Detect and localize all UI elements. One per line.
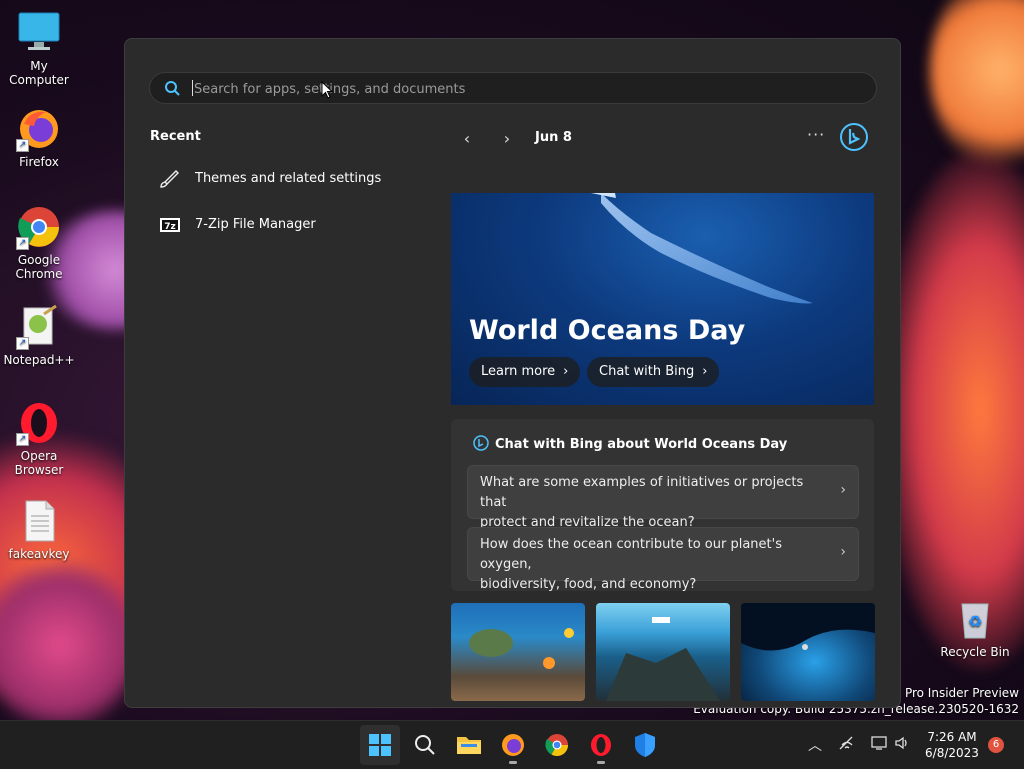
wallpaper-shape <box>930 0 1024 170</box>
monitor-icon <box>16 10 62 56</box>
bing-small-icon <box>473 435 489 451</box>
running-indicator <box>597 761 605 764</box>
desktop-icon-google-chrome[interactable]: ↗ Google Chrome <box>2 204 76 281</box>
recent-item-themes[interactable]: Themes and related settings <box>155 161 395 197</box>
clock-date: 6/8/2023 <box>925 746 979 760</box>
boat-image <box>606 617 720 701</box>
learn-more-label: Learn more <box>481 364 556 379</box>
taskbar-opera-button[interactable] <box>581 725 621 765</box>
thumbnail-underwater-cave[interactable] <box>741 603 875 701</box>
windows-security-button[interactable] <box>625 725 665 765</box>
chat-card-title: Chat with Bing about World Oceans Day <box>495 437 788 452</box>
start-menu: Recent Themes and related settings 7z 7-… <box>124 38 901 708</box>
learn-more-button[interactable]: Learn more › <box>469 357 581 387</box>
svg-text:7z: 7z <box>164 222 176 232</box>
clock[interactable]: 7:26 AM 6/8/2023 <box>918 729 986 761</box>
bing-icon[interactable] <box>839 122 869 152</box>
opera-icon <box>591 734 611 756</box>
notification-badge[interactable]: 6 <box>988 737 1004 753</box>
shield-icon <box>635 733 655 757</box>
shortcut-arrow-icon: ↗ <box>16 337 29 350</box>
notepad-plus-plus-icon: ↗ <box>16 304 62 350</box>
shortcut-arrow-icon: ↗ <box>16 237 29 250</box>
search-icon <box>415 735 435 755</box>
brush-icon <box>159 169 181 189</box>
recent-item-7zip[interactable]: 7z 7-Zip File Manager <box>155 207 395 243</box>
chrome-icon: ↗ <box>16 204 62 250</box>
show-hidden-icons-chevron-icon[interactable]: ︿ <box>808 735 822 755</box>
shortcut-arrow-icon: ↗ <box>16 139 29 152</box>
windows-logo-icon <box>369 734 391 756</box>
chevron-right-icon: › <box>840 544 846 560</box>
diver-image <box>741 603 875 651</box>
desktop-icon-label: Opera Browser <box>14 449 64 477</box>
previous-arrow-button[interactable]: ‹ <box>457 129 477 149</box>
text-file-icon <box>16 498 62 544</box>
thumbnail-reef-turtle[interactable] <box>451 603 585 701</box>
display-icon[interactable] <box>870 735 888 755</box>
chevron-right-icon: › <box>840 482 846 498</box>
chat-question-line: What are some examples of initiatives or… <box>480 475 804 510</box>
network-disconnected-icon[interactable] <box>838 735 856 755</box>
thumbnail-boat-cliffs[interactable] <box>596 603 730 701</box>
taskbar-chrome-button[interactable] <box>537 725 577 765</box>
bing-chat-card: Chat with Bing about World Oceans Day Wh… <box>451 419 874 592</box>
volume-icon[interactable] <box>894 735 912 755</box>
chat-question-2[interactable]: How does the ocean contribute to our pla… <box>467 527 859 592</box>
turtle-image <box>469 628 574 669</box>
running-indicator <box>509 761 517 764</box>
taskbar-firefox-button[interactable] <box>493 725 533 765</box>
search-icon <box>164 80 180 96</box>
desktop-icon-firefox[interactable]: ↗ Firefox <box>2 106 76 169</box>
7zip-icon: 7z <box>159 215 181 235</box>
chevron-right-icon: › <box>563 364 569 379</box>
chat-question-line: How does the ocean contribute to our pla… <box>480 537 782 572</box>
chat-card-header: Chat with Bing about World Oceans Day <box>473 435 787 452</box>
desktop-icon-fakeavkey[interactable]: fakeavkey <box>2 498 76 561</box>
desktop-icon-label: Google Chrome <box>15 253 63 281</box>
desktop-icon-label: Notepad++ <box>3 353 75 367</box>
opera-icon: ↗ <box>16 400 62 446</box>
folder-icon <box>457 737 481 754</box>
desktop-icon-label: Firefox <box>19 155 59 169</box>
chat-with-bing-button[interactable]: Chat with Bing › <box>587 357 720 387</box>
chrome-icon <box>545 734 568 756</box>
desktop-icon-opera-browser[interactable]: ↗ Opera Browser <box>2 400 76 477</box>
desktop-icon-label: My Computer <box>9 59 69 87</box>
start-button[interactable] <box>360 725 400 765</box>
recycle-bin-icon: ♻ <box>952 596 998 642</box>
chat-with-bing-label: Chat with Bing <box>599 364 695 379</box>
svg-text:♻: ♻ <box>968 612 982 631</box>
chat-question-line: biodiversity, food, and economy? <box>480 577 697 592</box>
next-arrow-button[interactable]: › <box>497 129 517 149</box>
file-explorer-button[interactable] <box>449 725 489 765</box>
more-options-button[interactable]: ··· <box>807 125 825 144</box>
chat-question-1[interactable]: What are some examples of initiatives or… <box>467 465 859 530</box>
search-box[interactable] <box>149 72 877 104</box>
taskbar: ︿ 7:26 AM 6/8/2023 6 <box>0 720 1024 769</box>
desktop-icon-label: fakeavkey <box>8 547 70 561</box>
hero-title: World Oceans Day <box>469 315 746 346</box>
desktop-icon-notepad-plus-plus[interactable]: ↗ Notepad++ <box>2 304 76 367</box>
mouse-cursor-icon <box>321 81 333 99</box>
taskbar-search-button[interactable] <box>405 725 445 765</box>
recent-item-label: 7-Zip File Manager <box>195 217 316 232</box>
clock-time: 7:26 AM <box>927 730 977 744</box>
feed-date: Jun 8 <box>535 130 572 145</box>
search-input[interactable] <box>192 77 856 101</box>
recent-item-label: Themes and related settings <box>195 171 382 186</box>
hero-card[interactable]: World Oceans Day Learn more › Chat with B… <box>451 193 874 405</box>
desktop-icon-label: Recycle Bin <box>940 645 1010 659</box>
firefox-icon <box>502 734 524 756</box>
desktop-icon-my-computer[interactable]: My Computer <box>2 10 76 87</box>
firefox-icon: ↗ <box>16 106 62 152</box>
chevron-right-icon: › <box>702 364 708 379</box>
wallpaper-shape <box>880 150 1024 670</box>
shortcut-arrow-icon: ↗ <box>16 433 29 446</box>
text-caret <box>192 80 193 96</box>
recent-title: Recent <box>150 129 201 144</box>
chat-question-text: How does the ocean contribute to our pla… <box>480 535 820 595</box>
desktop-icon-recycle-bin[interactable]: ♻ Recycle Bin <box>938 596 1012 659</box>
chat-question-text: What are some examples of initiatives or… <box>480 473 820 533</box>
